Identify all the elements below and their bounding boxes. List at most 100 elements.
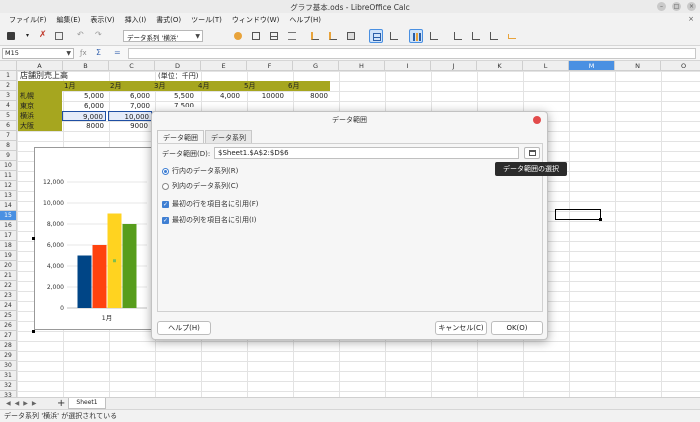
dropdown-arrow-icon[interactable]: ▾ [22,29,36,43]
cell-value[interactable]: 5,000 [62,91,106,101]
cell-unit[interactable]: (単位：千円) [156,71,216,81]
row-header[interactable]: 3 [0,91,17,101]
help-button[interactable]: ヘルプ(H) [157,321,211,335]
close-dialog-icon[interactable] [533,116,541,124]
cell-value[interactable]: 5,500 [152,91,196,101]
row-header[interactable]: 11 [0,171,17,181]
option-series-in-rows[interactable]: 行内のデータ系列(R) [162,166,238,176]
cell-month[interactable]: 2月 [108,81,152,91]
cell-value[interactable]: 10,000 [108,111,152,121]
row-header[interactable]: 27 [0,331,17,341]
cell-store[interactable]: 札幌 [18,91,62,101]
legend-on-off-icon[interactable] [387,29,401,43]
sheet-nav-arrows-icon[interactable]: ◀◀▶▶ [6,400,40,407]
row-header[interactable]: 6 [0,121,17,131]
cell-value[interactable]: 7,000 [108,101,152,111]
row-header[interactable]: 5 [0,111,17,121]
add-sheet-icon[interactable]: + [57,398,65,409]
cell-value[interactable]: 8000 [286,91,330,101]
menu-format[interactable]: 書式(O) [151,13,186,26]
row-header[interactable]: 20 [0,261,17,271]
row-header[interactable]: 4 [0,101,17,111]
scale-text-icon[interactable] [451,29,465,43]
sum-icon[interactable]: Σ [96,48,101,57]
column-header[interactable]: H [339,61,385,71]
menu-tools[interactable]: ツール(T) [186,13,227,26]
row-header[interactable]: 2 [0,81,17,91]
horizontal-grids-icon[interactable] [285,29,299,43]
row-header[interactable]: 9 [0,151,17,161]
menu-file[interactable]: ファイル(F) [4,13,52,26]
ok-button[interactable]: OK(O) [491,321,543,335]
fill-handle[interactable] [599,218,602,221]
menu-window[interactable]: ウィンドウ(W) [227,13,284,26]
menu-edit[interactable]: 編集(E) [52,13,86,26]
format-selection-icon[interactable] [231,29,245,43]
cell-month[interactable]: 6月 [286,81,330,91]
cell-value[interactable]: 9,000 [62,111,106,121]
cell-store[interactable]: 大阪 [18,121,62,131]
row-header[interactable]: 25 [0,311,17,321]
automatic-layout-icon[interactable] [469,29,483,43]
column-header[interactable]: I [385,61,431,71]
row-header[interactable]: 28 [0,341,17,351]
row-header[interactable]: 15 [0,211,17,221]
sheet-tab[interactable]: Sheet1 [68,398,106,409]
checkbox-first-column-label[interactable]: ✓ 最初の列を項目名に引用(I) [162,215,257,225]
row-header[interactable]: 7 [0,131,17,141]
row-header[interactable]: 14 [0,201,17,211]
row-header[interactable]: 29 [0,351,17,361]
column-header[interactable]: C [109,61,155,71]
cell-value[interactable]: 10000 [242,91,286,101]
maximize-icon[interactable]: □ [672,2,681,11]
menu-view[interactable]: 表示(V) [85,13,119,26]
row-header[interactable]: 10 [0,161,17,171]
chart-wall-icon[interactable] [308,29,322,43]
insert-axis-icon[interactable] [505,29,519,43]
column-header[interactable]: N [615,61,661,71]
formula-icon[interactable]: = [114,48,121,57]
close-document-icon[interactable]: × [688,15,694,23]
column-header[interactable]: K [477,61,523,71]
close-window-icon[interactable]: × [687,2,696,11]
chart-type-icon[interactable] [249,29,263,43]
cell-month[interactable]: 1月 [62,81,108,91]
row-header[interactable]: 22 [0,281,17,291]
cell-value[interactable]: 4,000 [196,91,242,101]
row-header[interactable]: 24 [0,301,17,311]
cell-title[interactable]: 店舗別売上高 [18,71,108,81]
cell-value[interactable]: 9000 [108,121,150,131]
chart-handle-bottom-left[interactable] [32,330,35,333]
insert-title-icon[interactable] [487,29,501,43]
row-header[interactable]: 21 [0,271,17,281]
row-header[interactable]: 8 [0,141,17,151]
tab-data-series[interactable]: データ系列 [205,130,252,143]
row-header[interactable]: 12 [0,181,17,191]
row-header[interactable]: 26 [0,321,17,331]
minimize-icon[interactable]: – [657,2,666,11]
row-header[interactable]: 16 [0,221,17,231]
redo-icon[interactable]: ↷ [92,29,106,43]
option-series-in-columns[interactable]: 列内のデータ系列(C) [162,181,238,191]
row-header[interactable]: 30 [0,361,17,371]
legend-icon[interactable] [344,29,358,43]
print-icon[interactable] [52,29,66,43]
checkbox-first-row-label[interactable]: ✓ 最初の行を項目名に引用(F) [162,199,259,209]
row-header[interactable]: 32 [0,381,17,391]
range-input[interactable]: $Sheet1.$A$2:$D$6 [214,147,519,159]
save-icon[interactable] [4,29,18,43]
chart-area-icon[interactable] [326,29,340,43]
row-header[interactable]: 31 [0,371,17,381]
column-header[interactable]: B [63,61,109,71]
undo-icon[interactable]: ↶ [74,29,88,43]
column-header[interactable]: F [247,61,293,71]
cell-value[interactable]: 8000 [62,121,106,131]
row-header[interactable]: 17 [0,231,17,241]
data-in-rows-icon[interactable] [409,29,423,43]
column-header[interactable]: A [17,61,63,71]
formula-input[interactable] [128,48,696,59]
column-header[interactable]: L [523,61,569,71]
cell-month[interactable]: 4月 [196,81,242,91]
chart-element-select[interactable]: データ系列 '横浜' ▼ [123,30,203,42]
close-chart-edit-icon[interactable]: ✗ [36,29,50,43]
